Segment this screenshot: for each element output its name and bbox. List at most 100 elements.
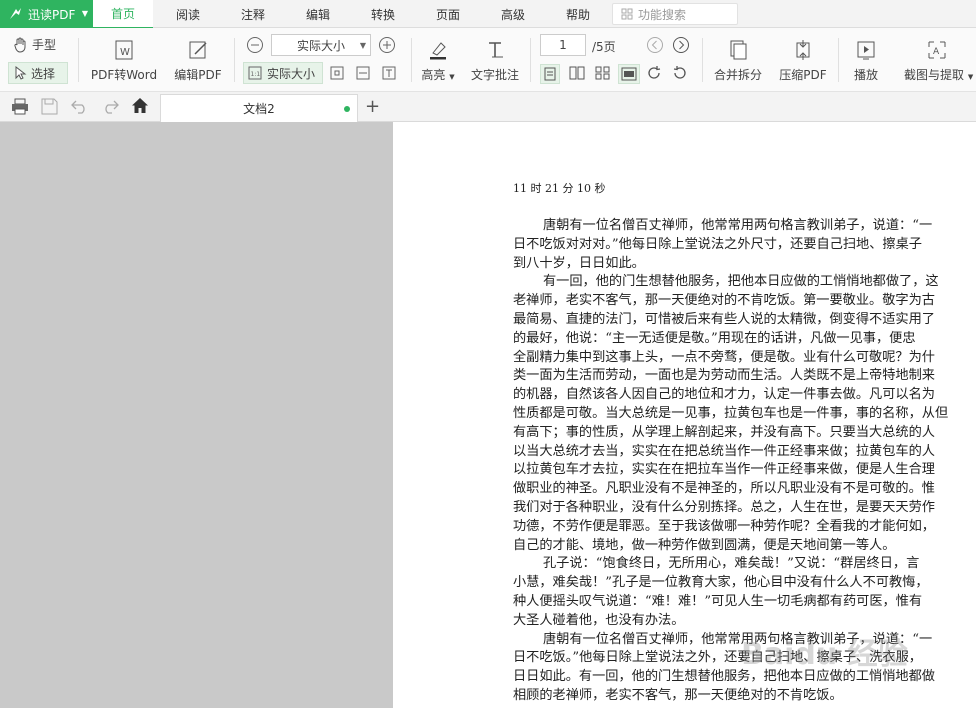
zoom-in-button[interactable]: [378, 36, 396, 54]
select-tool-label: 选择: [31, 66, 56, 81]
text-note-button[interactable]: 文字批注: [469, 39, 521, 83]
pdf-to-word-button[interactable]: W PDF转Word: [90, 39, 158, 83]
document-text-line: 的机器，自然该各人因自己的地位和才力，认定一件事去做。凡可以名为: [513, 387, 935, 403]
arrow-right-icon: [673, 37, 689, 53]
play-button[interactable]: 播放: [849, 39, 883, 83]
document-text-line: 大圣人碰着他，也没有办法。: [513, 612, 685, 628]
zoom-out-button[interactable]: [246, 36, 264, 54]
single-page-icon: [544, 67, 556, 81]
text-select-button[interactable]: [382, 66, 396, 80]
text-note-label: 文字批注: [470, 68, 519, 82]
edit-icon: [189, 41, 207, 59]
compress-pdf-button[interactable]: 压缩PDF: [776, 39, 830, 83]
merge-split-label: 合并拆分: [713, 68, 762, 82]
next-page-button[interactable]: [672, 36, 690, 54]
chevron-down-icon: ▼: [449, 73, 455, 81]
hand-tool-button[interactable]: 手型: [12, 36, 56, 53]
two-page-icon: [569, 66, 585, 80]
chevron-down-icon: ▼: [359, 40, 366, 50]
hand-tool-label: 手型: [32, 38, 57, 52]
arrow-left-icon: [647, 37, 663, 53]
zoom-select[interactable]: 实际大小 ▼: [271, 34, 371, 56]
continuous-view-button[interactable]: [618, 64, 640, 84]
grid-icon: [595, 66, 610, 80]
document-text-line: 做职业的神圣。凡职业没有不是神圣的，所以凡职业没有不是可敬的。惟: [513, 481, 935, 497]
document-tab-bar: 文档2 +: [0, 92, 976, 122]
document-text-line: 以拉黄包车才去拉，实实在在把拉车当作一件正经事来做，便是人生合理: [513, 462, 935, 478]
hand-icon: [14, 37, 26, 53]
document-text-line: 类一面为生活而劳动，一面也是为劳动而生活。人类既不是上帝特地制来: [513, 368, 935, 384]
continuous-page-icon: [621, 67, 637, 81]
highlight-button[interactable]: 高亮 ▼: [420, 39, 456, 83]
edit-pdf-button[interactable]: 编辑PDF: [172, 39, 224, 83]
fit-width-button[interactable]: [356, 66, 370, 80]
save-button[interactable]: [41, 98, 58, 115]
actual-size-button[interactable]: 1:1 实际大小: [243, 62, 323, 84]
new-tab-button[interactable]: +: [365, 96, 380, 117]
single-page-view-button[interactable]: [540, 64, 560, 84]
menu-advanced[interactable]: 高级: [483, 0, 543, 28]
crop-extract-icon: A: [928, 41, 946, 59]
actual-size-label: 实际大小: [267, 66, 316, 81]
menu-help[interactable]: 帮助: [548, 0, 608, 28]
print-button[interactable]: [11, 98, 29, 115]
menu-convert[interactable]: 转换: [353, 0, 413, 28]
fit-page-button[interactable]: [330, 66, 344, 80]
document-text-line: 我们对于各种职业，没有什么分别拣择。总之，人生在世，是要天天劳作: [513, 499, 935, 515]
document-text-line: 以当大总统才去当，实实在在把总统当作一件正经事来做；拉黄包车的人: [513, 443, 935, 459]
crop-extract-button[interactable]: A 截图与提取 ▼: [904, 39, 976, 83]
two-page-view-button[interactable]: [569, 66, 585, 80]
menu-read[interactable]: 阅读: [158, 0, 218, 28]
zoom-value: 实际大小: [296, 38, 345, 53]
play-icon: [857, 41, 875, 60]
svg-text:W: W: [120, 47, 130, 58]
merge-split-button[interactable]: 合并拆分: [711, 39, 765, 83]
search-placeholder: 功能搜索: [638, 7, 687, 22]
fit-page-icon: [330, 66, 344, 80]
feature-search-input[interactable]: 功能搜索: [612, 3, 738, 25]
document-text-line: 的最好，他说：“主一无适便是敬。”用现在的话讲，凡做一见事，便忠: [513, 330, 916, 346]
document-text-line: 种人便摇头叹气说道：“难！难！”可见人生一切毛病都有药可医，惟有: [513, 593, 923, 609]
chevron-down-icon: ▼: [81, 9, 88, 18]
pdf-to-word-icon: W: [115, 40, 133, 60]
pdf-to-word-label: PDF转Word: [90, 68, 158, 82]
home-button[interactable]: [131, 97, 149, 115]
document-text-line: 最简易、直捷的法门，可惜被后来有些人说的太精微，倒变得不适实用了: [513, 311, 935, 327]
document-text-line: 有高下；事的性质，从学理上解剖起来，并没有高下。只要当大总统的人: [513, 424, 935, 440]
document-text-line: 到八十岁，日日如此。: [513, 255, 645, 271]
rotate-counterclockwise-button[interactable]: [672, 65, 688, 81]
cursor-icon: [15, 66, 27, 80]
baidu-watermark: Baidu 经验: [741, 637, 908, 672]
document-timestamp: 11 时 21 分 10 秒: [513, 182, 606, 195]
redo-icon: [105, 100, 119, 114]
printer-icon: [12, 98, 28, 115]
rotate-left-icon: [673, 66, 686, 79]
document-tab[interactable]: 文档2: [160, 94, 358, 122]
redo-button[interactable]: [101, 99, 119, 114]
document-tab-title: 文档2: [243, 102, 275, 116]
prev-page-button[interactable]: [646, 36, 664, 54]
app-menu-button[interactable]: 迅读PDF ▼: [0, 0, 93, 28]
page-number-input[interactable]: 1: [540, 34, 586, 56]
highlight-label: 高亮 ▼: [421, 68, 455, 82]
select-tool-button[interactable]: 选择: [8, 62, 68, 84]
document-page: 11 时 21 分 10 秒 唐朝有一位名僧百丈禅师，他常常用两句格言教训弟子，…: [393, 122, 976, 708]
menu-page[interactable]: 页面: [418, 0, 478, 28]
play-label: 播放: [853, 68, 878, 82]
menu-home[interactable]: 首页: [93, 0, 153, 29]
undo-button[interactable]: [71, 99, 89, 114]
highlighter-icon: [430, 42, 446, 60]
document-text-line: 老禅师，老实不客气，那一天便绝对的不肯吃饭。第一要敬业。敬字为古: [513, 293, 935, 309]
document-text-line: 性质都是可敬。当大总统是一见事，拉黄包车也是一件事，事的名称，从但: [513, 405, 949, 421]
document-text-line: 功德，不劳作便是罪恶。至于我该做哪一种劳作呢？全看我的才能何如，: [513, 518, 935, 534]
thumbnail-view-button[interactable]: [595, 66, 611, 80]
page-total: /5页: [592, 40, 616, 54]
chevron-down-icon: ▼: [967, 73, 974, 81]
document-text-line: 孔子说：“饱食终日，无所用心，难矣哉！”又说：“群居终日，言: [543, 556, 920, 572]
rotate-clockwise-button[interactable]: [646, 65, 662, 81]
menu-edit[interactable]: 编辑: [288, 0, 348, 28]
menu-annotate[interactable]: 注释: [223, 0, 283, 28]
document-text-line: 全副精力集中到这事上头，一点不旁骛，便是敬。业有什么可敬呢？为什: [513, 349, 935, 365]
crop-extract-label: 截图与提取 ▼: [904, 68, 974, 82]
text-note-icon: [489, 42, 503, 58]
